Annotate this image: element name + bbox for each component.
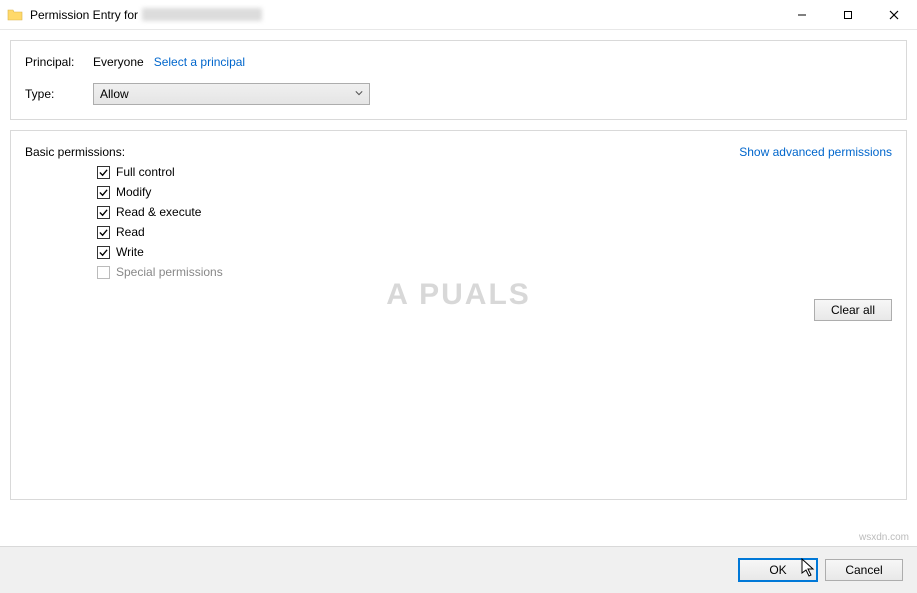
basic-permissions-header: Basic permissions: bbox=[25, 145, 125, 159]
principal-label: Principal: bbox=[25, 55, 93, 69]
checkbox-write[interactable] bbox=[97, 246, 110, 259]
chevron-down-icon bbox=[355, 89, 363, 100]
window-title: Permission Entry for bbox=[30, 8, 779, 22]
perm-full-control: Full control bbox=[97, 165, 892, 179]
clear-all-button[interactable]: Clear all bbox=[814, 299, 892, 321]
cancel-button[interactable]: Cancel bbox=[825, 559, 903, 581]
checkbox-full-control[interactable] bbox=[97, 166, 110, 179]
maximize-button[interactable] bbox=[825, 0, 871, 29]
checkbox-special-permissions bbox=[97, 266, 110, 279]
type-select[interactable]: Allow bbox=[93, 83, 370, 105]
principal-row: Principal: Everyone Select a principal bbox=[25, 55, 892, 69]
dialog-footer: OK Cancel bbox=[0, 546, 917, 593]
perm-label: Read & execute bbox=[116, 205, 201, 219]
checkbox-read[interactable] bbox=[97, 226, 110, 239]
select-principal-link[interactable]: Select a principal bbox=[154, 55, 245, 69]
perm-modify: Modify bbox=[97, 185, 892, 199]
perm-read: Read bbox=[97, 225, 892, 239]
perm-label: Write bbox=[116, 245, 144, 259]
principal-type-panel: Principal: Everyone Select a principal T… bbox=[10, 40, 907, 120]
titlebar: Permission Entry for bbox=[0, 0, 917, 30]
perm-write: Write bbox=[97, 245, 892, 259]
content-area: Principal: Everyone Select a principal T… bbox=[0, 30, 917, 510]
permissions-list: Full control Modify Read & execute Read bbox=[97, 165, 892, 279]
watermark-attribution: wsxdn.com bbox=[859, 532, 909, 543]
principal-value: Everyone bbox=[93, 55, 144, 69]
perm-label: Modify bbox=[116, 185, 151, 199]
checkbox-modify[interactable] bbox=[97, 186, 110, 199]
perm-special: Special permissions bbox=[97, 265, 892, 279]
close-button[interactable] bbox=[871, 0, 917, 29]
show-advanced-permissions-link[interactable]: Show advanced permissions bbox=[739, 145, 892, 159]
type-select-value: Allow bbox=[100, 87, 129, 101]
folder-icon bbox=[0, 7, 30, 23]
window-controls bbox=[779, 0, 917, 29]
type-label: Type: bbox=[25, 87, 93, 101]
checkbox-read-execute[interactable] bbox=[97, 206, 110, 219]
window-title-prefix: Permission Entry for bbox=[30, 8, 138, 22]
type-row: Type: Allow bbox=[25, 83, 892, 105]
perm-label: Read bbox=[116, 225, 145, 239]
minimize-button[interactable] bbox=[779, 0, 825, 29]
window-title-target bbox=[142, 8, 262, 21]
perm-label: Special permissions bbox=[116, 265, 223, 279]
ok-button[interactable]: OK bbox=[739, 559, 817, 581]
basic-permissions-panel: Basic permissions: Show advanced permiss… bbox=[10, 130, 907, 500]
perm-read-execute: Read & execute bbox=[97, 205, 892, 219]
perm-label: Full control bbox=[116, 165, 175, 179]
